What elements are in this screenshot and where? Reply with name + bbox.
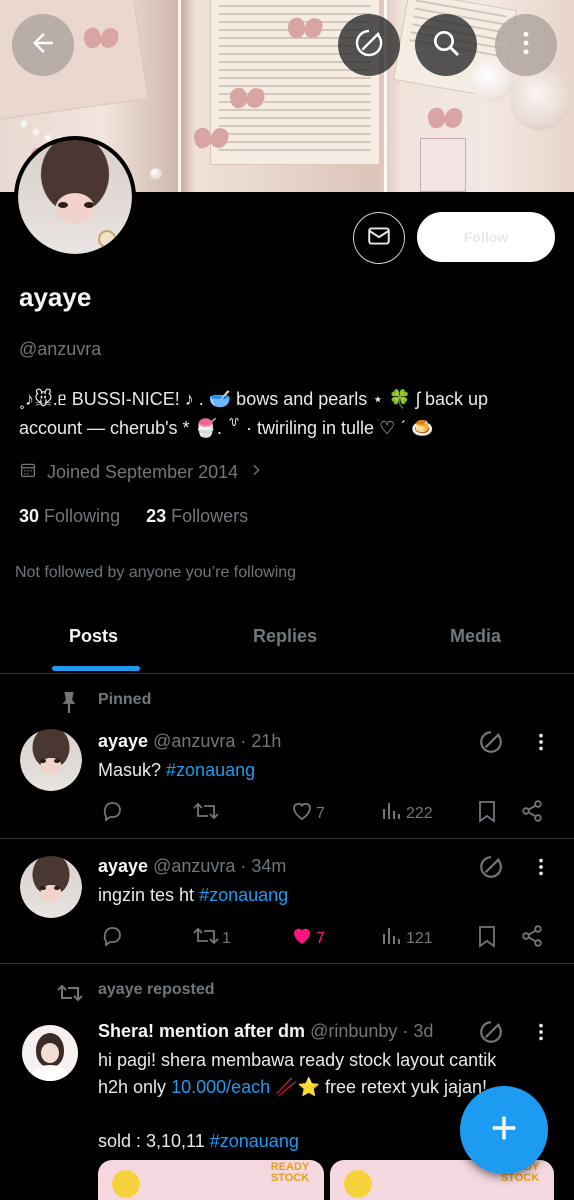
profile-tabs: Posts Replies Media	[0, 600, 574, 674]
post-author-handle[interactable]: @anzuvra	[153, 856, 235, 876]
price-link[interactable]: 10.000/each	[171, 1077, 270, 1097]
views-button[interactable]: 222	[380, 799, 433, 828]
share-icon	[520, 924, 544, 953]
post-author-handle[interactable]: @anzuvra	[153, 731, 235, 751]
profile-name: ayaye	[19, 282, 92, 312]
hashtag-link[interactable]: #zonauang	[210, 1131, 299, 1151]
reply-button[interactable]	[100, 924, 124, 953]
repost-icon	[192, 799, 220, 828]
repost-icon	[192, 924, 220, 953]
more-button[interactable]	[495, 14, 557, 76]
grok-icon	[353, 27, 385, 64]
post-avatar[interactable]	[20, 856, 82, 918]
bio-line-2: account — cherub's * 🍧. ꒷ · twiriling in…	[19, 418, 434, 438]
bookmark-icon	[476, 924, 498, 953]
bookmark-button[interactable]	[476, 924, 498, 953]
post-time[interactable]: · 34m	[240, 856, 286, 876]
like-icon	[290, 924, 314, 953]
reply-icon	[100, 799, 124, 828]
views-icon	[380, 924, 404, 953]
mail-icon	[366, 223, 392, 254]
profile-avatar[interactable]	[14, 136, 136, 258]
like-count: 7	[316, 929, 325, 947]
repost-button[interactable]	[192, 799, 220, 828]
more-vertical-icon	[511, 28, 541, 63]
reposted-label[interactable]: ayaye reposted	[98, 981, 215, 999]
post-meta: ayaye @anzuvra · 21h	[98, 731, 281, 752]
search-button[interactable]	[415, 14, 477, 76]
share-button[interactable]	[520, 924, 544, 953]
back-arrow-icon	[28, 28, 58, 63]
views-button[interactable]: 121	[380, 924, 433, 953]
post-avatar[interactable]	[20, 729, 82, 791]
views-icon	[380, 799, 404, 828]
profile-bio: ˳♪🐭.ᥱ BUSSI-NICE! ♪ . 🥣 bows and pearls …	[19, 385, 564, 443]
not-followed-notice: Not followed by anyone you’re following	[15, 564, 297, 581]
post-media-image[interactable]: READY STOCK	[98, 1160, 324, 1200]
grok-icon[interactable]	[478, 1019, 504, 1050]
search-icon	[430, 27, 462, 64]
like-button[interactable]: 7	[290, 799, 325, 828]
views-count: 121	[406, 929, 433, 947]
compose-plus-icon	[487, 1111, 521, 1150]
media-label: READY STOCK	[270, 1161, 310, 1184]
post-more-icon[interactable]	[530, 856, 552, 883]
hashtag-link[interactable]: #zonauang	[199, 885, 288, 905]
post-time[interactable]: · 21h	[240, 731, 281, 751]
post-more-icon[interactable]	[530, 731, 552, 758]
views-count: 222	[406, 804, 433, 822]
duck-illustration	[112, 1170, 140, 1198]
bookmark-icon	[476, 799, 498, 828]
back-button[interactable]	[12, 14, 74, 76]
repost-button[interactable]: 1	[192, 924, 231, 953]
tab-media[interactable]: Media	[450, 626, 501, 647]
bio-line-1: ˳♪🐭.ᥱ BUSSI-NICE! ♪ . 🥣 bows and pearls …	[19, 389, 488, 409]
post-text: ingzin tes ht #zonauang	[98, 885, 289, 905]
post-meta: ayaye @anzuvra · 34m	[98, 856, 286, 877]
grok-button[interactable]	[338, 14, 400, 76]
post-author-name[interactable]: ayaye	[98, 731, 148, 751]
bookmark-button[interactable]	[476, 799, 498, 828]
post-author-name[interactable]: Shera! mention after dm	[98, 1021, 305, 1041]
post-item[interactable]: ayaye @anzuvra · 34m ingzin tes ht #zona…	[0, 840, 574, 964]
followers-link[interactable]: 23 Followers	[146, 506, 248, 527]
compose-button[interactable]	[460, 1086, 548, 1174]
reply-icon	[100, 924, 124, 953]
post-time[interactable]: · 3d	[402, 1021, 433, 1041]
grok-icon[interactable]	[478, 854, 504, 885]
duck-illustration	[344, 1170, 372, 1198]
post-author-handle[interactable]: @rinbunby	[310, 1021, 397, 1041]
active-tab-indicator	[52, 666, 140, 671]
like-icon	[290, 799, 314, 828]
tab-replies[interactable]: Replies	[253, 626, 317, 647]
post-more-icon[interactable]	[530, 1021, 552, 1048]
follow-counts: 30 Following 23 Followers	[19, 506, 248, 527]
repost-context-icon	[56, 981, 84, 1010]
post-text: Masuk? #zonauang	[98, 760, 256, 780]
calendar-icon	[19, 461, 37, 484]
post-pinned[interactable]: Pinned ayaye @anzuvra · 21h Masuk? #zona…	[0, 675, 574, 839]
repost-count: 1	[222, 929, 231, 947]
joined-date[interactable]: Joined September 2014	[19, 461, 264, 484]
message-button[interactable]	[353, 212, 405, 264]
tab-posts[interactable]: Posts	[69, 626, 118, 647]
like-count: 7	[316, 804, 325, 822]
pin-icon	[58, 689, 80, 720]
grok-icon[interactable]	[478, 729, 504, 760]
joined-text: Joined September 2014	[47, 462, 239, 482]
post-avatar[interactable]	[22, 1025, 78, 1081]
post-author-name[interactable]: ayaye	[98, 856, 148, 876]
profile-handle: @anzuvra	[19, 339, 102, 359]
follow-button[interactable]: Follow	[417, 212, 555, 262]
share-icon	[520, 799, 544, 828]
like-button[interactable]: 7	[290, 924, 325, 953]
pinned-label: Pinned	[98, 691, 152, 708]
following-link[interactable]: 30 Following	[19, 506, 120, 527]
hashtag-link[interactable]: #zonauang	[166, 760, 255, 780]
chevron-right-icon	[248, 462, 264, 483]
post-meta: Shera! mention after dm @rinbunby · 3d	[98, 1021, 433, 1042]
share-button[interactable]	[520, 799, 544, 828]
reply-button[interactable]	[100, 799, 124, 828]
